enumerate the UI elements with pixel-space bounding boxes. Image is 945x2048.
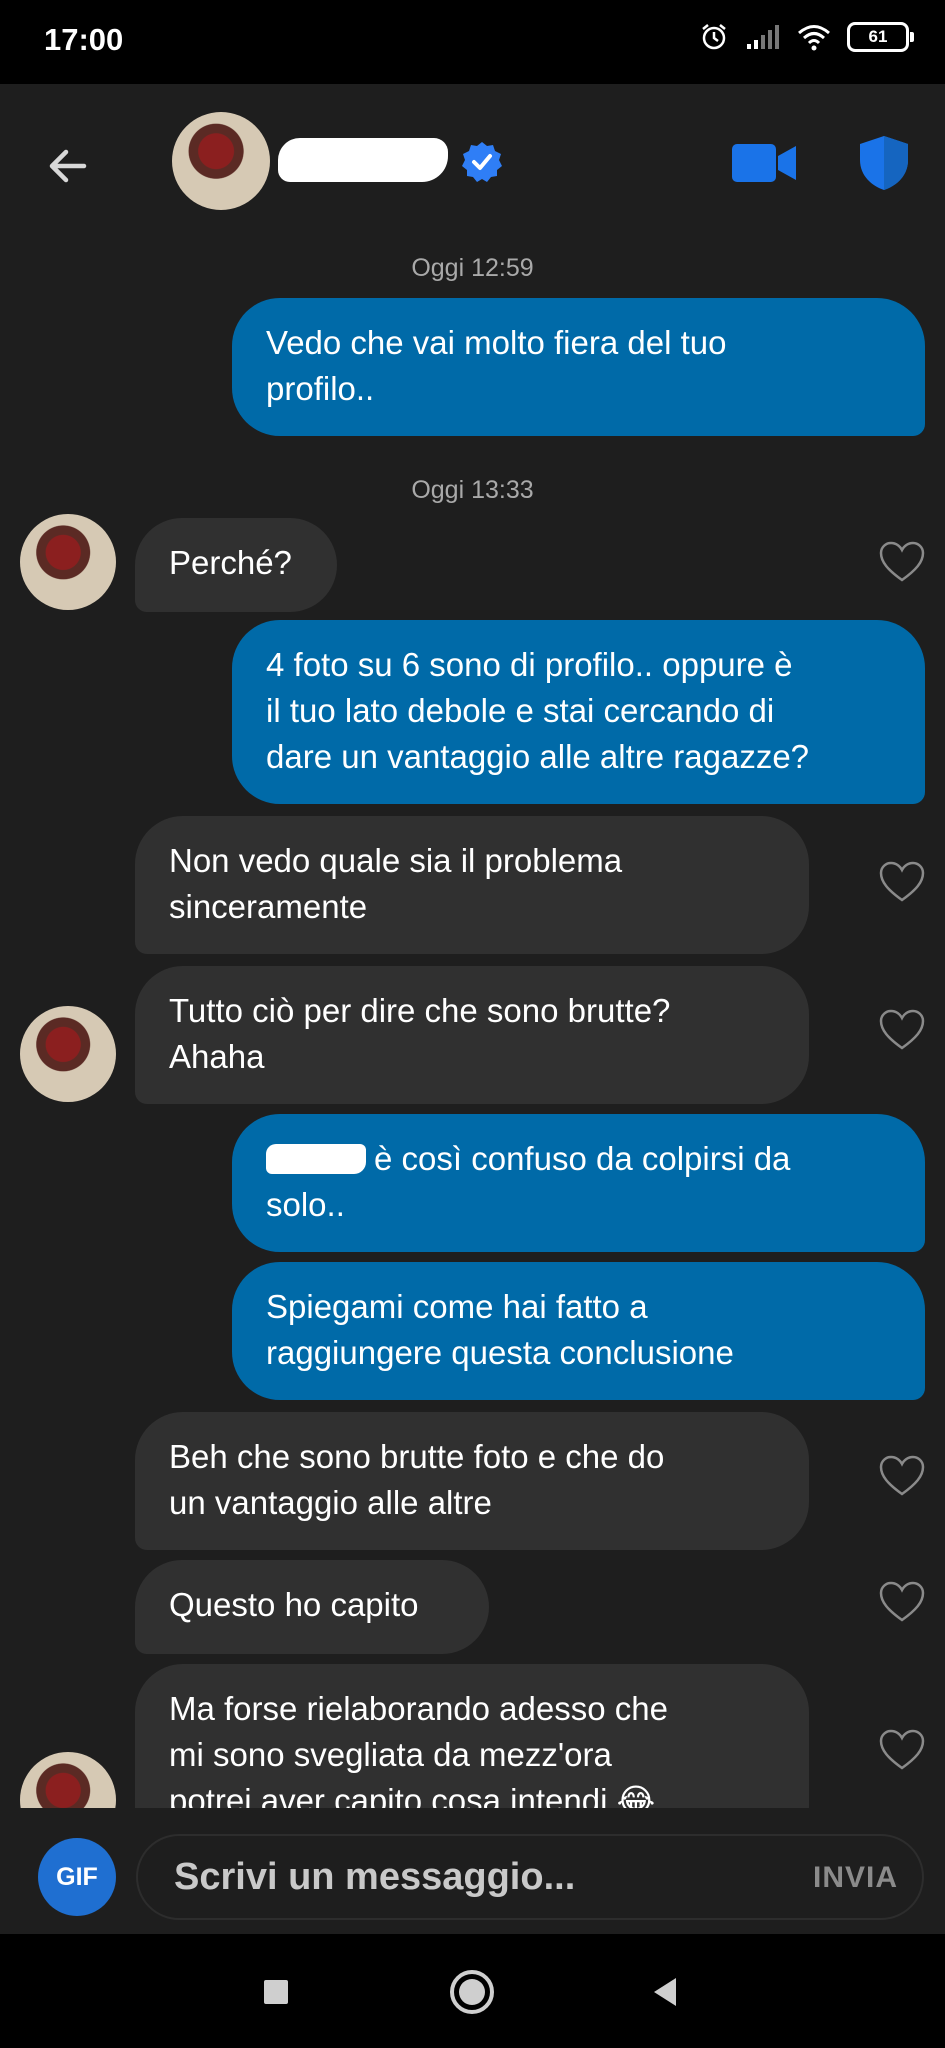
video-call-icon[interactable] [730,138,798,188]
timestamp: Oggi 13:33 [411,476,534,504]
message-list[interactable]: Oggi 12:59 Vedo che vai molto fiera del … [0,244,945,1808]
incoming-message[interactable]: Tutto ciò per dire che sono brutte? Ahah… [135,966,809,1104]
heart-icon[interactable] [878,540,926,584]
wifi-icon [798,25,830,51]
recents-icon[interactable] [256,1972,296,2012]
status-bar: 17:00 61 [0,0,945,84]
contact-avatar-small[interactable] [20,1006,116,1102]
contact-avatar-small[interactable] [20,1752,116,1808]
signal-icon [747,25,779,49]
redacted-name [266,1144,366,1174]
heart-icon[interactable] [878,1454,926,1498]
heart-icon[interactable] [878,1580,926,1624]
incoming-message[interactable]: Questo ho capito [135,1560,489,1654]
incoming-message[interactable]: Non vedo quale sia il problema sincerame… [135,816,809,954]
incoming-message[interactable]: Ma forse rielaborando adesso che mi sono… [135,1664,809,1808]
status-icons: 61 [699,22,914,52]
outgoing-message[interactable]: Vedo che vai molto fiera del tuo profilo… [232,298,925,436]
timestamp: Oggi 12:59 [411,254,534,282]
contact-avatar[interactable] [172,112,270,210]
alarm-icon [702,24,726,50]
verified-badge-icon [462,142,502,182]
outgoing-message[interactable]: Spiegami come hai fatto a raggiungere qu… [232,1262,925,1400]
battery-indicator: 61 [847,22,914,52]
incoming-message[interactable]: Perché? [135,518,337,612]
message-input[interactable]: Scrivi un messaggio... INVIA [136,1834,924,1920]
send-button[interactable]: INVIA [813,1861,898,1895]
back-nav-icon[interactable] [646,1972,686,2012]
outgoing-message[interactable]: 4 foto su 6 sono di profilo.. oppure è i… [232,620,925,804]
heart-icon[interactable] [878,1008,926,1052]
shield-icon[interactable] [858,134,910,192]
message-composer: GIF Scrivi un messaggio... INVIA [0,1808,945,1934]
contact-avatar-small[interactable] [20,514,116,610]
heart-icon[interactable] [878,860,926,904]
system-nav-bar [0,1934,945,2048]
status-time: 17:00 [44,22,124,57]
heart-icon[interactable] [878,1728,926,1772]
battery-level: 61 [868,27,888,46]
contact-name-redacted[interactable] [278,138,448,182]
message-placeholder: Scrivi un messaggio... [174,1856,576,1898]
outgoing-message[interactable]: è così confuso da colpirsi da solo.. [232,1114,925,1252]
gif-button[interactable]: GIF [38,1838,116,1916]
chat-header [0,84,945,244]
back-arrow-icon[interactable] [40,138,96,194]
home-icon[interactable] [448,1968,496,2016]
incoming-message[interactable]: Beh che sono brutte foto e che do un van… [135,1412,809,1550]
